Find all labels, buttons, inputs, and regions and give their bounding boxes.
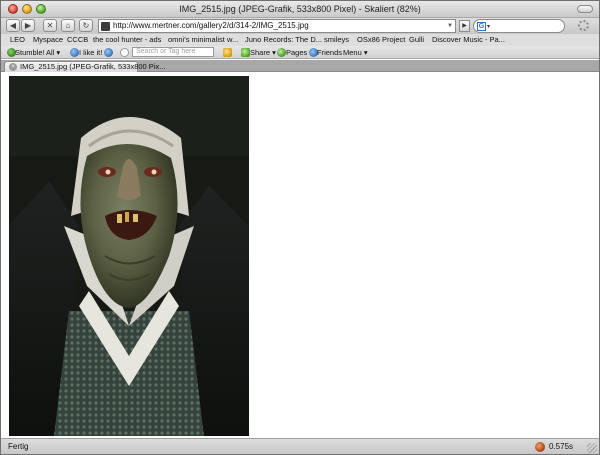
menu-button[interactable]: Menu ▾	[343, 48, 368, 57]
bookmark-item[interactable]: CCCB	[67, 35, 88, 44]
displayed-image[interactable]	[9, 76, 249, 436]
history-dropdown-icon[interactable]: ▼	[446, 21, 454, 31]
google-engine-icon[interactable]: G	[477, 22, 486, 31]
like-it-button[interactable]: I like it!	[79, 48, 102, 57]
bookmark-item[interactable]: Gulli	[409, 35, 424, 44]
tab-image[interactable]: × IMG_2515.jpg (JPEG-Grafik, 533x800 Pix…	[4, 61, 165, 72]
share-button[interactable]: Share ▾	[250, 48, 276, 57]
status-text: Fertig	[8, 442, 29, 451]
firebug-icon[interactable]	[535, 442, 545, 452]
load-time: 0.575s	[549, 442, 574, 451]
site-favicon-icon	[101, 22, 110, 31]
search-engine-dropdown[interactable]: ▾	[487, 23, 490, 30]
address-text[interactable]: http://www.mertner.com/gallery2/d/314-2/…	[113, 21, 309, 30]
friends-button[interactable]: Friends	[317, 48, 342, 57]
bookmark-item[interactable]: smileys	[324, 35, 349, 44]
bookmark-item[interactable]: omni's minimalist w...	[168, 35, 238, 44]
stumble-button[interactable]: Stumble!	[15, 48, 45, 57]
tab-label: IMG_2515.jpg (JPEG-Grafik, 533x800 Pix..…	[20, 62, 166, 71]
navigation-toolbar: ◀ ▶ ✕ ⌂ ↻ http://www.mertner.com/gallery…	[1, 18, 599, 34]
forward-button[interactable]: ▶	[21, 19, 35, 32]
bookmark-item[interactable]: Discover Music - Pa...	[432, 35, 505, 44]
toolbar-toggle-button[interactable]	[577, 5, 593, 13]
home-button[interactable]: ⌂	[61, 19, 75, 32]
photo-illustration	[9, 76, 249, 436]
reload-button[interactable]: ↻	[79, 19, 93, 32]
bookmarks-bar: LEO Myspace CCCB the cool hunter - ads o…	[1, 34, 599, 46]
bookmark-item[interactable]: the cool hunter - ads	[93, 35, 161, 44]
address-bar[interactable]: http://www.mertner.com/gallery2/d/314-2/…	[98, 19, 456, 33]
page-content	[1, 73, 599, 437]
bookmark-item[interactable]: LEO	[10, 35, 25, 44]
browser-window: IMG_2515.jpg (JPEG-Grafik, 533x800 Pixel…	[0, 0, 600, 455]
tab-close-icon[interactable]: ×	[9, 63, 17, 71]
search-input[interactable]: G ▾	[473, 19, 565, 33]
speech-bubble-icon[interactable]	[120, 48, 129, 57]
tab-bar: × IMG_2515.jpg (JPEG-Grafik, 533x800 Pix…	[1, 60, 599, 72]
status-bar: Fertig 0.575s	[1, 438, 599, 454]
window-title: IMG_2515.jpg (JPEG-Grafik, 533x800 Pixel…	[179, 4, 421, 14]
stop-button[interactable]: ✕	[43, 19, 57, 32]
thumbs-up-icon[interactable]	[70, 48, 79, 57]
stumble-search-input[interactable]: Search or Tag here	[132, 47, 214, 57]
stumbleupon-toolbar: Stumble! All ▾ I like it! Search or Tag …	[1, 46, 599, 59]
bookmark-item[interactable]: OSx86 Project	[357, 35, 405, 44]
pages-icon	[277, 48, 286, 57]
bookmark-item[interactable]: Juno Records: The D...	[245, 35, 322, 44]
activity-throbber-icon	[578, 20, 589, 31]
bookmark-item[interactable]: Myspace	[33, 35, 63, 44]
share-icon	[241, 48, 250, 57]
go-button[interactable]: ▶	[459, 20, 470, 32]
pages-button[interactable]: Pages	[286, 48, 307, 57]
stumble-category-dropdown[interactable]: All ▾	[46, 48, 60, 57]
favorite-icon[interactable]	[223, 48, 232, 57]
resize-grip-icon[interactable]	[587, 443, 597, 453]
thumbs-down-icon[interactable]	[104, 48, 113, 57]
back-button[interactable]: ◀	[6, 19, 20, 32]
title-bar[interactable]: IMG_2515.jpg (JPEG-Grafik, 533x800 Pixel…	[1, 1, 599, 18]
